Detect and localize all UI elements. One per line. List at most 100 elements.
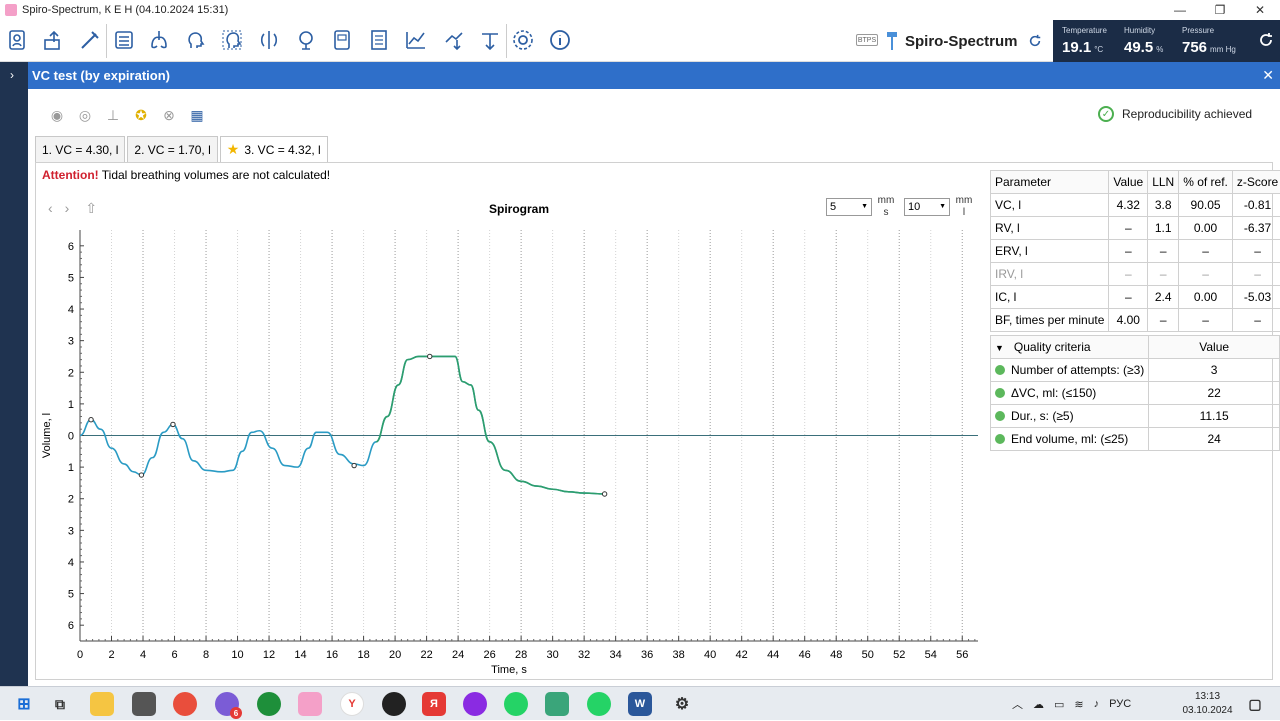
trend-chart-icon[interactable] [402, 26, 430, 54]
ventilation-icon[interactable] [255, 26, 283, 54]
settings-gear-icon[interactable] [509, 26, 537, 54]
close-window-button[interactable]: ✕ [1240, 0, 1280, 20]
y-tick-label: 6 [68, 620, 74, 632]
delete-attempt-icon[interactable]: ⊗ [158, 105, 180, 125]
head-profile-icon[interactable] [181, 26, 209, 54]
quality-row[interactable]: End volume, ml: (≤25)24 [991, 428, 1280, 451]
task-view-icon[interactable]: ⧉ [48, 692, 72, 716]
quality-row[interactable]: Dur., s: (≥5)11.15 [991, 405, 1280, 428]
x-tick-label: 56 [956, 649, 968, 661]
series-line [80, 356, 605, 494]
star-icon: ★ [227, 141, 240, 158]
windows-start-icon[interactable]: ⊞ [12, 692, 36, 716]
yandex-browser-icon[interactable]: Y [340, 692, 364, 716]
clock-time: 13:13 [1180, 690, 1235, 704]
collapse-icon[interactable]: ▼ [995, 343, 1004, 353]
test-header: VC test (by expiration) ✕ [28, 62, 1280, 89]
close-test-button[interactable]: ✕ [1262, 67, 1274, 84]
best-attempt-icon[interactable]: ✪ [130, 105, 152, 125]
refresh-icon[interactable] [1258, 32, 1274, 48]
alice-icon[interactable] [463, 692, 487, 716]
browser-icon[interactable] [173, 692, 197, 716]
whatsapp-desktop-icon[interactable] [587, 692, 611, 716]
window-title: Spiro-Spectrum, К Е Н (04.10.2024 15:31) [22, 4, 228, 16]
yandex-icon[interactable]: Я [422, 692, 446, 716]
share-icon[interactable] [476, 26, 504, 54]
fan-icon[interactable] [292, 26, 320, 54]
battery-icon[interactable]: ▭ [1054, 698, 1064, 711]
clock[interactable]: 13:13 03.10.2024 [1180, 690, 1235, 718]
data-point-marker [171, 422, 175, 426]
x-tick-label: 48 [830, 649, 842, 661]
x-tick-label: 28 [515, 649, 527, 661]
minimize-button[interactable]: — [1160, 0, 1200, 20]
viber-icon[interactable]: 6 [215, 692, 239, 716]
col-header: Parameter [991, 171, 1109, 194]
wifi-icon[interactable]: ≋ [1074, 698, 1083, 711]
cell: – [1232, 240, 1280, 263]
cell: 4.32 [1109, 194, 1148, 217]
table-row[interactable]: VC, l4.323.890.05-0.81 [991, 194, 1280, 217]
table-row[interactable]: ERV, l–––– [991, 240, 1280, 263]
tab-attempt-2[interactable]: 2. VC = 1.70, l [127, 136, 217, 162]
x-tick-label: 16 [326, 649, 338, 661]
info-icon[interactable] [546, 26, 574, 54]
cell: – [1148, 309, 1179, 332]
chevron-up-icon[interactable]: ︿ [1012, 696, 1023, 712]
spirogram-chart[interactable]: Spirogram6543210123456024681012141618202… [36, 190, 986, 680]
export-icon[interactable] [40, 26, 68, 54]
taskbar: ⊞ ⧉ 6 Y Я W ⚙ ︿ ☁ ▭ ≋ ♪ РУС 13:13 03.10.… [0, 686, 1280, 720]
x-tick-label: 40 [704, 649, 716, 661]
table-row[interactable]: IRV, l–––– [991, 263, 1280, 286]
obs-icon[interactable] [382, 692, 406, 716]
status-ok-icon [995, 365, 1005, 375]
quality-row[interactable]: Number of attempts: (≥3)3 [991, 359, 1280, 382]
head-scan-icon[interactable] [218, 26, 246, 54]
tab-attempt-1[interactable]: 1. VC = 4.30, l [35, 136, 125, 162]
table-row[interactable]: RV, l–1.10.00-6.37 [991, 217, 1280, 240]
report-icon[interactable] [328, 26, 356, 54]
file-explorer-icon[interactable] [90, 692, 114, 716]
btps-badge[interactable]: BTPS [856, 34, 878, 46]
notifications-icon[interactable]: ▢ [1243, 692, 1267, 716]
expand-sidebar-icon[interactable]: › [10, 68, 14, 82]
messenger-icon[interactable] [545, 692, 569, 716]
cell: 90.05 [1179, 194, 1233, 217]
cloud-icon[interactable]: ☁ [1033, 698, 1044, 711]
reproducibility-status: ✓ Reproducibility achieved [1098, 106, 1252, 122]
col-header: z-Score [1232, 171, 1280, 194]
lungs-icon[interactable] [145, 26, 173, 54]
import-icon[interactable] [440, 26, 468, 54]
volume-icon[interactable]: ♪ [1094, 698, 1100, 710]
spiro-app-icon[interactable] [298, 692, 322, 716]
calibration-icon[interactable] [76, 26, 104, 54]
language-indicator[interactable]: РУС [1109, 698, 1131, 710]
whatsapp-icon[interactable] [504, 692, 528, 716]
quality-header[interactable]: ▼Quality criteria Value [991, 336, 1280, 359]
maximize-button[interactable]: ❐ [1200, 0, 1240, 20]
table-row[interactable]: IC, l–2.40.00-5.03 [991, 286, 1280, 309]
stop-icon[interactable]: ◎ [74, 105, 96, 125]
calendar-app-icon[interactable] [132, 692, 156, 716]
clover-app-icon[interactable] [257, 692, 281, 716]
table-row[interactable]: BF, times per minute4.00––– [991, 309, 1280, 332]
chart-mode-icon[interactable]: ⊥ [102, 105, 124, 125]
quality-row[interactable]: ΔVC, ml: (≤150)22 [991, 382, 1280, 405]
settings-icon[interactable]: ⚙ [670, 692, 694, 716]
tab-attempt-3[interactable]: ★3. VC = 4.32, l [220, 136, 328, 162]
sync-icon[interactable] [1028, 34, 1042, 48]
document-icon[interactable] [365, 26, 393, 54]
notification-badge: 6 [230, 707, 242, 719]
y-tick-label: 3 [68, 525, 74, 537]
record-icon[interactable]: ◉ [46, 105, 68, 125]
device-icon[interactable] [110, 26, 138, 54]
table-icon[interactable]: ▦ [186, 105, 208, 125]
word-icon[interactable]: W [628, 692, 652, 716]
cell: -0.81 [1232, 194, 1280, 217]
test-title: VC test (by expiration) [32, 68, 170, 83]
criterion-label: ΔVC, ml: (≤150) [1011, 386, 1096, 400]
patient-card-icon[interactable] [4, 26, 32, 54]
x-tick-label: 44 [767, 649, 779, 661]
status-ok-icon [995, 411, 1005, 421]
x-tick-label: 36 [641, 649, 653, 661]
